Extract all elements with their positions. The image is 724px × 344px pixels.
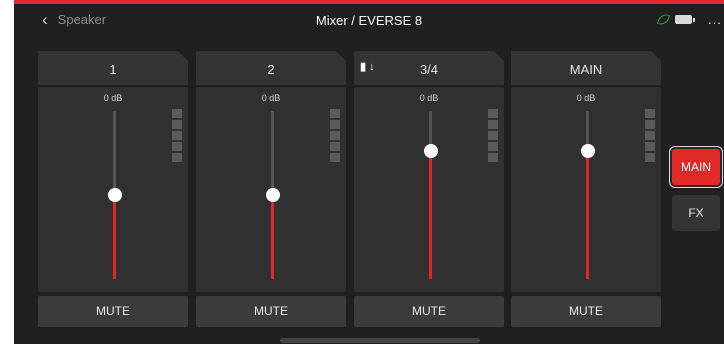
channel-strip-1: 0 dB [38,87,188,292]
fader-knob[interactable] [423,144,438,158]
channel-label: 2 [267,62,275,77]
gain-readout: 0 dB [419,93,439,103]
channel-label: MAIN [569,62,603,77]
level-meter [172,109,182,169]
gain-readout: 0 dB [576,93,596,103]
channel-header-1[interactable]: 1 [38,51,188,85]
channel-strip-main: 0 dB [511,87,661,292]
tab-fx[interactable]: FX [672,195,720,231]
fader-fill [113,195,116,279]
fader-fill [429,151,432,279]
eco-leaf-icon [657,13,670,26]
mute-button-main[interactable]: MUTE [511,296,661,327]
channel-strip-3-4: 0 dB [354,87,504,292]
level-meter [488,109,498,169]
fader-track[interactable] [423,111,438,279]
mute-button-1[interactable]: MUTE [38,296,188,327]
app-screen: ‹ Speaker Mixer / EVERSE 8 ... 1 2 ▮ ↓ 3… [14,0,724,344]
fader-track[interactable] [265,111,280,279]
mute-button-3-4[interactable]: MUTE [354,296,504,327]
battery-icon [675,15,695,24]
fader-fill [586,151,589,279]
top-bar: ‹ Speaker Mixer / EVERSE 8 ... [14,4,724,38]
page-title: Mixer / EVERSE 8 [315,13,423,28]
channel-label: 3/4 [419,62,439,77]
fader-fill [271,195,274,279]
tab-main[interactable]: MAIN [672,149,720,185]
level-meter [330,109,340,169]
status-icons [657,13,695,26]
gain-readout: 0 dB [103,93,123,103]
channel-header-3-4[interactable]: ▮ ↓ 3/4 [354,51,504,85]
home-indicator[interactable] [280,338,480,343]
channel-header-2[interactable]: 2 [196,51,346,85]
more-icon[interactable]: ... [708,12,722,27]
channel-label: 1 [109,62,117,77]
channel-strip-2: 0 dB [196,87,346,292]
gain-readout: 0 dB [261,93,281,103]
level-meter [645,109,655,169]
fader-track[interactable] [107,111,122,279]
fader-track[interactable] [580,111,595,279]
fader-knob[interactable] [580,144,595,158]
fader-knob[interactable] [107,188,122,202]
mute-button-2[interactable]: MUTE [196,296,346,327]
fader-knob[interactable] [265,188,280,202]
channel-header-main[interactable]: MAIN [511,51,661,85]
